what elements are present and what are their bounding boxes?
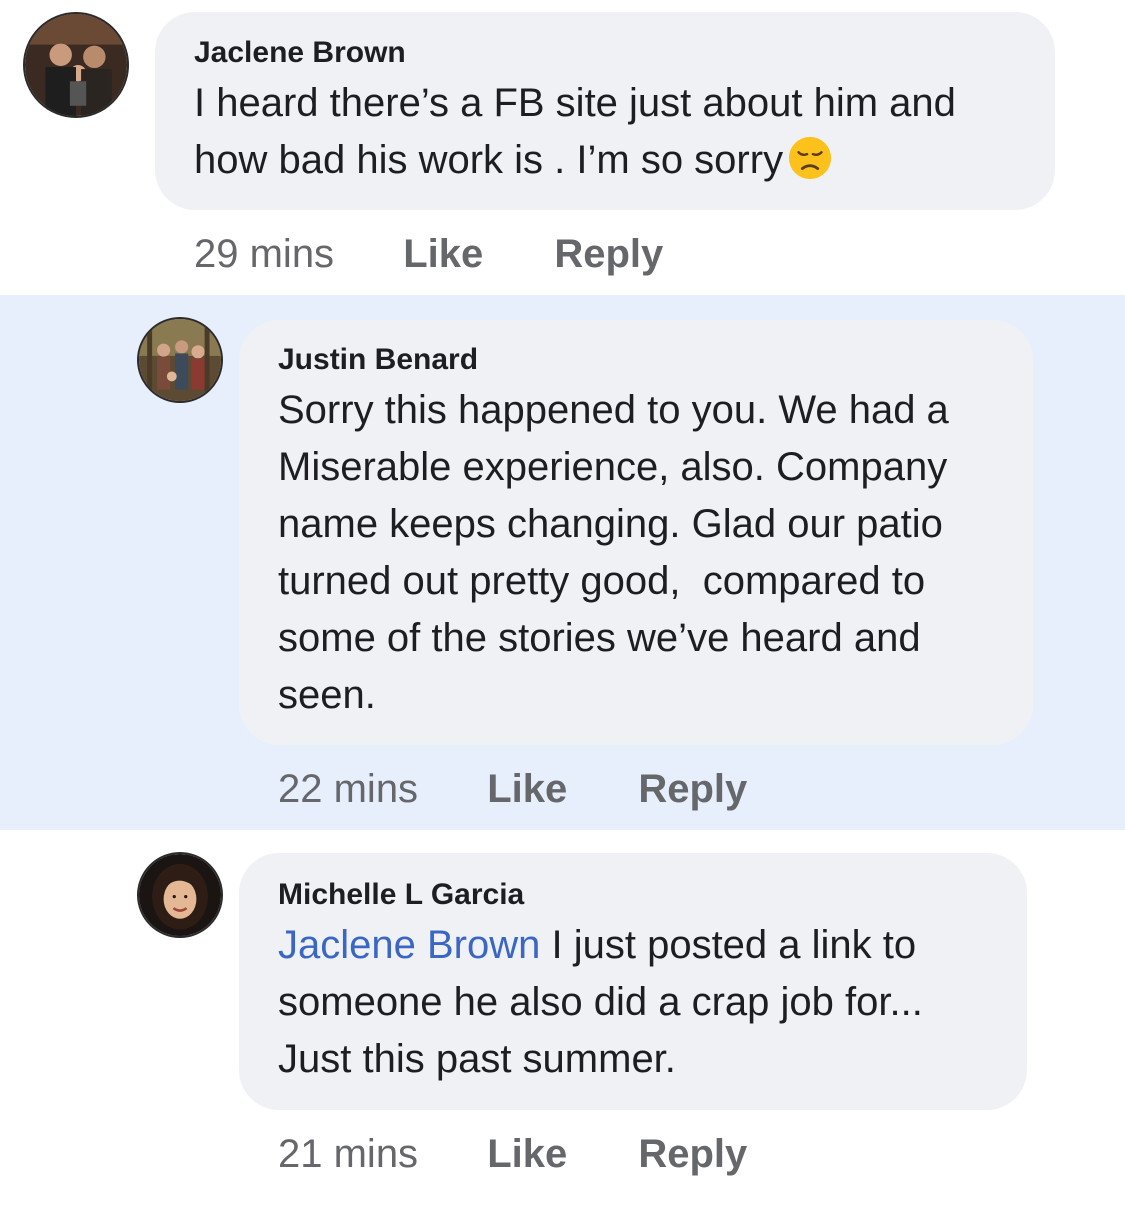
disappointed-face-icon [788, 136, 832, 180]
like-button[interactable]: Like [487, 1132, 567, 1177]
comment-timestamp: 29 mins [194, 232, 335, 276]
comment-timestamp: 22 mins [278, 767, 419, 811]
comment-text-line: seen. [278, 673, 376, 717]
profile-photo-icon [139, 319, 221, 401]
like-button[interactable]: Like [487, 767, 567, 812]
comment-timestamp: 21 mins [278, 1132, 419, 1176]
reply-button[interactable]: Reply [554, 232, 663, 277]
comment-text-line: name keeps changing. Glad our patio [278, 502, 943, 546]
comment-author[interactable]: Justin Benard [278, 343, 478, 377]
profile-photo-icon [139, 854, 221, 936]
comment-text-line: I heard there’s a FB site just about him… [194, 81, 956, 125]
comment-text-line: Miserable experience, also. Company [278, 445, 948, 489]
comment-actions: 22 mins Like Reply [278, 767, 747, 812]
comment-text: I heard there’s a FB site just about him… [194, 75, 1054, 189]
comment-author[interactable]: Michelle L Garcia [278, 878, 524, 912]
reply-button[interactable]: Reply [638, 767, 747, 812]
comment-text-line: how bad his work is . I’m so sorry [194, 132, 1054, 189]
comment-text-line-content: how bad his work is . I’m so sorry [194, 138, 784, 182]
mention-link[interactable]: Jaclene Brown [278, 923, 540, 967]
comment-author[interactable]: Jaclene Brown [194, 36, 406, 70]
comment-text-line: turned out pretty good, compared to [278, 559, 926, 603]
comment-actions: 21 mins Like Reply [278, 1132, 747, 1177]
comment-actions: 29 mins Like Reply [194, 232, 663, 277]
like-button[interactable]: Like [403, 232, 483, 277]
comment-text-line: someone he also did a crap job for... [278, 980, 923, 1024]
comment-text: Sorry this happened to you. We had a Mis… [278, 382, 1018, 724]
reply-button[interactable]: Reply [638, 1132, 747, 1177]
comment-text: Jaclene Brown I just posted a link to so… [278, 917, 1018, 1088]
avatar-michelle-l-garcia[interactable] [137, 852, 223, 938]
comment-text-line: Just this past summer. [278, 1037, 676, 1081]
avatar-jaclene-brown[interactable] [23, 12, 129, 118]
profile-photo-icon [25, 14, 127, 116]
comment-text-line: Jaclene Brown I just posted a link to [278, 917, 1018, 974]
comment-text-line-content: I just posted a link to [540, 923, 917, 967]
avatar-justin-benard[interactable] [137, 317, 223, 403]
comment-text-line: some of the stories we’ve heard and [278, 616, 921, 660]
comment-text-line: Sorry this happened to you. We had a [278, 388, 949, 432]
